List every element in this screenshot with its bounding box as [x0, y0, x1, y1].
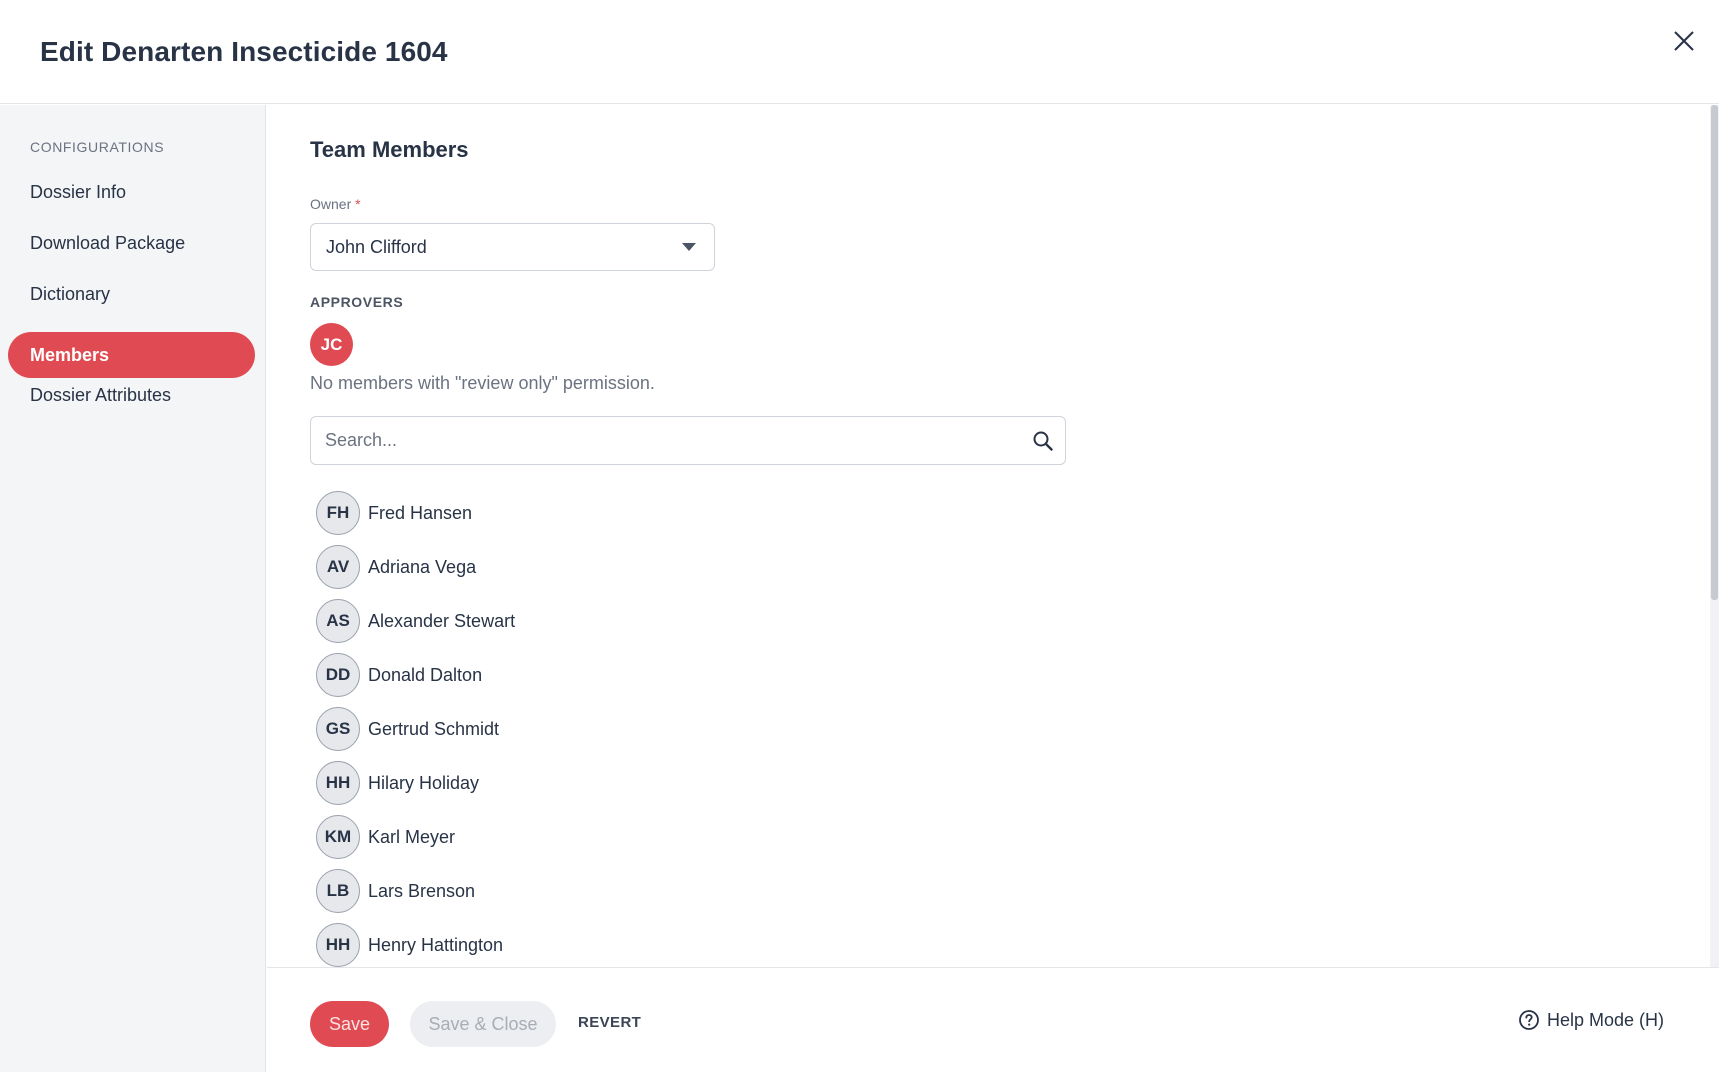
- dialog-footer: Save Save & Close REVERT Help Mode (H): [267, 967, 1719, 1072]
- sidebar-section-label: CONFIGURATIONS: [30, 139, 165, 155]
- member-item[interactable]: AS Alexander Stewart: [316, 599, 515, 643]
- sidebar-item-dictionary[interactable]: Dictionary: [8, 271, 255, 317]
- avatar: FH: [316, 491, 360, 535]
- member-name: Hilary Holiday: [368, 772, 480, 793]
- save-button[interactable]: Save: [310, 1001, 389, 1047]
- avatar: HH: [316, 761, 360, 805]
- member-item[interactable]: KM Karl Meyer: [316, 815, 455, 859]
- search-icon[interactable]: [1031, 429, 1055, 453]
- member-name: Donald Dalton: [368, 664, 483, 685]
- main-content: Team Members Owner * John Clifford APPRO…: [267, 105, 1710, 967]
- approver-avatar[interactable]: JC: [310, 323, 353, 366]
- scrollbar-thumb[interactable]: [1711, 105, 1718, 600]
- owner-label-text: Owner: [310, 196, 352, 212]
- member-name: Gertrud Schmidt: [368, 718, 500, 739]
- member-item[interactable]: LB Lars Brenson: [316, 869, 475, 913]
- avatar: HH: [316, 923, 360, 967]
- member-name: Adriana Vega: [368, 556, 477, 577]
- approvers-label: APPROVERS: [310, 294, 404, 310]
- sidebar-item-dossier-info[interactable]: Dossier Info: [8, 169, 255, 215]
- member-item[interactable]: DD Donald Dalton: [316, 653, 482, 697]
- avatar: AV: [316, 545, 360, 589]
- member-name: Fred Hansen: [368, 502, 473, 523]
- no-review-members-message: No members with "review only" permission…: [310, 373, 655, 393]
- required-mark: *: [355, 196, 361, 212]
- owner-select[interactable]: John Clifford: [310, 223, 715, 271]
- save-and-close-button[interactable]: Save & Close: [410, 1001, 556, 1047]
- avatar: KM: [316, 815, 360, 859]
- help-mode-button[interactable]: Help Mode (H): [1518, 1009, 1664, 1031]
- revert-button[interactable]: REVERT: [578, 1014, 641, 1031]
- sidebar-item-label: Members: [30, 344, 110, 365]
- close-icon: [1674, 31, 1694, 51]
- caret-down-icon: [682, 243, 696, 251]
- page-title: Edit Denarten Insecticide 1604: [40, 36, 448, 67]
- member-name: Henry Hattington: [368, 934, 504, 955]
- member-item[interactable]: FH Fred Hansen: [316, 491, 472, 535]
- avatar: GS: [316, 707, 360, 751]
- owner-select-value: John Clifford: [326, 236, 427, 257]
- section-title: Team Members: [310, 137, 469, 162]
- member-name: Karl Meyer: [368, 826, 456, 847]
- dialog-header: Edit Denarten Insecticide 1604: [0, 0, 1719, 104]
- member-name: Alexander Stewart: [368, 610, 516, 631]
- sidebar-item-dossier-attributes[interactable]: Dossier Attributes: [8, 372, 255, 418]
- member-search-input[interactable]: [325, 417, 1005, 464]
- owner-label: Owner *: [310, 196, 361, 212]
- member-search-box: [310, 416, 1066, 465]
- sidebar-item-label: Dossier Attributes: [30, 384, 172, 405]
- help-mode-label: Help Mode (H): [1546, 1009, 1664, 1030]
- sidebar-item-label: Download Package: [30, 232, 186, 253]
- sidebar-item-download-package[interactable]: Download Package: [8, 220, 255, 266]
- avatar: DD: [316, 653, 360, 697]
- sidebar: CONFIGURATIONS Dossier Info Download Pac…: [0, 105, 266, 1072]
- sidebar-item-label: Dictionary: [30, 283, 111, 304]
- member-name: Lars Brenson: [368, 880, 476, 901]
- sidebar-item-label: Dossier Info: [30, 181, 127, 202]
- member-item[interactable]: HH Hilary Holiday: [316, 761, 479, 805]
- main-scrollbar[interactable]: [1710, 105, 1719, 967]
- close-button[interactable]: [1669, 26, 1699, 56]
- member-item[interactable]: GS Gertrud Schmidt: [316, 707, 499, 751]
- help-icon: [1519, 1010, 1539, 1030]
- member-item[interactable]: HH Henry Hattington: [316, 923, 503, 967]
- avatar: LB: [316, 869, 360, 913]
- avatar: AS: [316, 599, 360, 643]
- member-item[interactable]: AV Adriana Vega: [316, 545, 476, 589]
